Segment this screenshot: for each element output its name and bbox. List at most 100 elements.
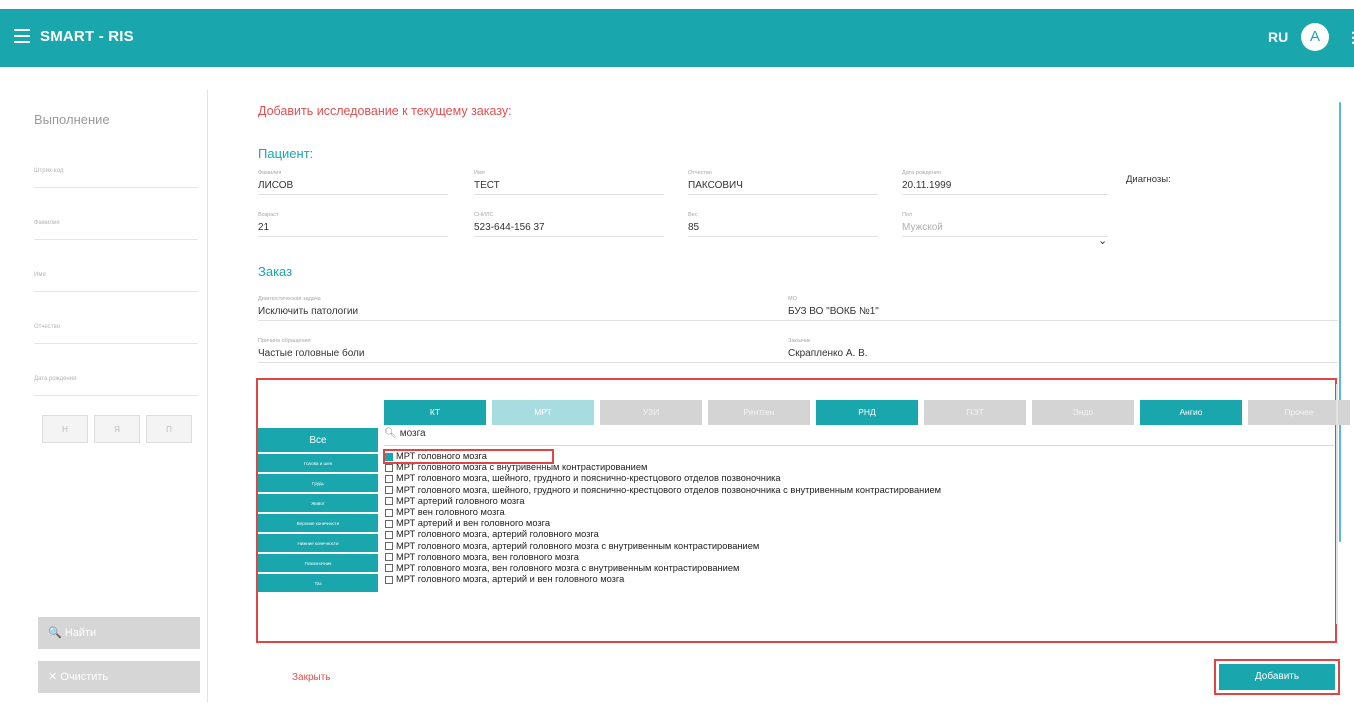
- sidebar: Выполнение Штрих-код Фамилия Имя Отчеств…: [20, 90, 208, 702]
- study-list: МРТ головного мозга МРТ головного мозга с…: [383, 448, 1335, 585]
- patient-patronymic: Отчество ПАКСОВИЧ: [688, 170, 878, 195]
- picker-scrollbar[interactable]: [1336, 384, 1338, 624]
- body-part-filter[interactable]: Грудь: [258, 474, 378, 494]
- snils-value: 523-644-156 37: [474, 222, 664, 237]
- checkbox[interactable]: [385, 497, 393, 506]
- body-part-filter[interactable]: Нижние конечности: [258, 534, 378, 554]
- more-vert-icon[interactable]: ⋮: [1346, 29, 1354, 46]
- study-item[interactable]: МРТ головного мозга, вен головного мозга…: [385, 563, 1335, 574]
- study-item[interactable]: МРТ головного мозга, вен головного мозга: [385, 552, 1335, 563]
- patronymic-value: ПАКСОВИЧ: [688, 180, 878, 195]
- reason-label: Причина обращения: [258, 338, 311, 344]
- study-item-label: МРТ артерий головного мозга: [396, 495, 525, 506]
- study-item[interactable]: МРТ артерий головного мозга: [385, 496, 1335, 507]
- patronymic-field[interactable]: Отчество: [34, 324, 198, 344]
- study-item[interactable]: МРТ головного мозга, шейного, грудного и…: [385, 485, 1335, 496]
- surname-field[interactable]: Фамилия: [34, 220, 198, 240]
- clear-button[interactable]: ✕ Очистить: [38, 661, 200, 693]
- modality-tab[interactable]: УЗИ: [600, 400, 702, 425]
- checkbox[interactable]: [385, 542, 393, 551]
- language-switch[interactable]: RU: [1268, 29, 1288, 45]
- body-part-filter[interactable]: Все: [258, 428, 378, 454]
- order-doctor: Заказчик Скрапленко А. В.: [788, 338, 1338, 363]
- modality-tab[interactable]: Эндо: [1032, 400, 1134, 425]
- add-study-panel: Добавить исследование к текущему заказу:…: [238, 90, 1350, 702]
- patient-name: Имя ТЕСТ: [474, 170, 664, 195]
- mini-button-1[interactable]: Н: [42, 415, 88, 443]
- goal-value: Исключить патологии: [258, 306, 788, 321]
- study-item-label: МРТ головного мозга, шейного, грудного и…: [396, 484, 942, 495]
- find-button[interactable]: 🔍 Найти: [38, 617, 200, 649]
- add-button-highlight: Добавить: [1214, 659, 1340, 695]
- modality-tabs: КТ МРТ УЗИ Рентген РНД ПЭТ Эндо Ангио Прочее: [384, 400, 1350, 425]
- checkbox[interactable]: [385, 486, 393, 495]
- body-part-filter[interactable]: Позвоночник: [258, 554, 378, 574]
- patient-weight: Вес 85: [688, 212, 878, 237]
- modality-tab[interactable]: МРТ: [492, 400, 594, 425]
- patronymic-label: Отчество: [688, 170, 712, 176]
- body-part-filter[interactable]: Таз: [258, 574, 378, 594]
- body-part-filter[interactable]: Голова и шея: [258, 454, 378, 474]
- study-item[interactable]: МРТ головного мозга, артерий головного м…: [385, 529, 1335, 540]
- sex-select[interactable]: Пол Мужской: [902, 212, 1108, 237]
- clear-button-label: Очистить: [60, 671, 109, 683]
- modality-tab[interactable]: ПЭТ: [924, 400, 1026, 425]
- avatar[interactable]: A: [1301, 23, 1329, 51]
- doctor-value: Скрапленко А. В.: [788, 348, 1338, 363]
- close-button[interactable]: Закрыть: [292, 672, 331, 683]
- checkbox[interactable]: [385, 474, 393, 483]
- modality-tab[interactable]: Прочее: [1248, 400, 1350, 425]
- study-item[interactable]: МРТ головного мозга, артерий головного м…: [385, 541, 1335, 552]
- checkbox[interactable]: [385, 519, 393, 528]
- body-part-filter[interactable]: Верхние конечности: [258, 514, 378, 534]
- study-search-input[interactable]: 🔍︎ мозга: [384, 428, 1334, 446]
- sidebar-mini-buttons: Н Я П: [42, 415, 192, 443]
- search-value: мозга: [399, 428, 426, 439]
- checkbox[interactable]: [385, 564, 393, 573]
- checkbox[interactable]: [385, 463, 393, 472]
- study-item[interactable]: МРТ головного мозга, шейного, грудного и…: [385, 473, 1335, 484]
- page-title: Добавить исследование к текущему заказу:: [258, 104, 512, 118]
- study-item[interactable]: МРТ вен головного мозга: [385, 507, 1335, 518]
- study-item-label: МРТ головного мозга, вен головного мозга: [396, 551, 579, 562]
- patient-section-title: Пациент:: [258, 146, 314, 161]
- name-label: Имя: [474, 170, 485, 176]
- age-value: 21: [258, 222, 448, 237]
- study-item-label: МРТ вен головного мозга: [396, 506, 505, 517]
- top-app-bar: SMART - RIS RU A ⋮: [0, 9, 1354, 67]
- diagnoses-label: Диагнозы:: [1126, 174, 1171, 185]
- modality-tab[interactable]: Ангио: [1140, 400, 1242, 425]
- study-item[interactable]: МРТ головного мозга: [383, 448, 554, 465]
- study-item-label: МРТ головного мозга с внутривенным контр…: [396, 462, 648, 473]
- study-item[interactable]: МРТ головного мозга с внутривенным контр…: [385, 462, 1335, 473]
- checkbox[interactable]: [385, 553, 393, 562]
- study-item[interactable]: МРТ артерий и вен головного мозга: [385, 518, 1335, 529]
- order-section-title: Заказ: [258, 264, 293, 279]
- name-field[interactable]: Имя: [34, 272, 198, 292]
- chevron-down-icon[interactable]: ⌄: [1098, 234, 1107, 247]
- reason-value: Частые головные боли: [258, 348, 788, 363]
- checkbox[interactable]: [385, 452, 393, 461]
- mini-button-2[interactable]: Я: [94, 415, 140, 443]
- checkbox[interactable]: [385, 575, 393, 584]
- modality-tab[interactable]: Рентген: [708, 400, 810, 425]
- modality-tab[interactable]: КТ: [384, 400, 486, 425]
- patient-snils: СНИЛС 523-644-156 37: [474, 212, 664, 237]
- study-picker: КТ МРТ УЗИ Рентген РНД ПЭТ Эндо Ангио Прочее Все…: [256, 378, 1350, 643]
- body-part-filter[interactable]: Живот: [258, 494, 378, 514]
- dob-value: 20.11.1999: [902, 180, 1108, 195]
- study-item-label: МРТ головного мозга, артерий головного м…: [396, 540, 760, 551]
- patient-surname: Фамилия ЛИСОВ: [258, 170, 448, 195]
- dob-field[interactable]: Дата рождения: [34, 376, 198, 396]
- hamburger-icon[interactable]: [14, 29, 30, 43]
- checkbox[interactable]: [385, 508, 393, 517]
- study-item[interactable]: МРТ головного мозга, артерий и вен голов…: [385, 574, 1335, 585]
- weight-value: 85: [688, 222, 878, 237]
- add-button[interactable]: Добавить: [1219, 664, 1335, 690]
- checkbox[interactable]: [385, 530, 393, 539]
- modality-tab[interactable]: РНД: [816, 400, 918, 425]
- mini-button-3[interactable]: П: [146, 415, 192, 443]
- main-scrollbar-thumb[interactable]: [1339, 102, 1341, 542]
- barcode-field[interactable]: Штрих-код: [34, 168, 198, 188]
- weight-label: Вес: [688, 212, 698, 218]
